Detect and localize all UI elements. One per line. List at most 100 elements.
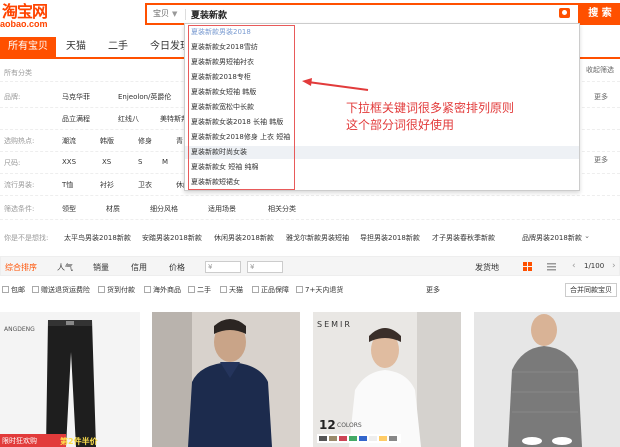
filter-option[interactable]: 潮流 — [62, 136, 76, 146]
checkbox[interactable] — [144, 286, 151, 293]
brand-logo: SEMIR — [317, 320, 352, 329]
tab-secondhand[interactable]: 二手 — [100, 37, 136, 57]
filter-option[interactable]: 青 — [176, 136, 183, 146]
price-min-input[interactable]: ¥ — [205, 261, 241, 273]
logo-domain: aobao.com — [0, 19, 48, 29]
filter-dropdown[interactable]: 领型 — [62, 204, 76, 214]
filter-option[interactable]: M — [162, 158, 168, 166]
suggestion-item[interactable]: 夏装新款时尚女装 — [185, 146, 579, 159]
suggestion-item[interactable]: 夏装新款男短袖衬衣 — [185, 56, 579, 69]
tab-all[interactable]: 所有宝贝 — [0, 37, 56, 57]
filter-dropdown[interactable]: 细分风格 — [150, 204, 178, 214]
annotation-arrow-icon — [302, 78, 369, 91]
related-link[interactable]: 导担男装2018新款 — [360, 233, 420, 243]
option-checkbox[interactable]: 货到付款 — [98, 285, 135, 295]
product-image — [152, 312, 300, 447]
option-checkbox[interactable]: 二手 — [188, 285, 211, 295]
checkbox[interactable] — [296, 286, 303, 293]
merge-same-items-button[interactable]: 合并同款宝贝 — [565, 283, 617, 297]
sort-price[interactable]: 价格 — [169, 262, 185, 273]
checkbox[interactable] — [98, 286, 105, 293]
suggestion-item[interactable]: 夏装新款男装2018 — [185, 26, 579, 39]
tab-tmall[interactable]: 天猫 — [58, 37, 94, 57]
product-card[interactable]: ANGDENG 限时狂欢购 第2件半价 — [0, 312, 140, 447]
related-searches: 你是不是想找: 太平鸟男装2018新款 安踏男装2018新款 休闲男装2018新… — [4, 232, 590, 243]
related-link[interactable]: 休闲男装2018新款 — [214, 233, 274, 243]
option-checkbox[interactable]: 海外商品 — [144, 285, 181, 295]
product-card[interactable] — [152, 312, 300, 447]
next-page-icon[interactable]: › — [612, 261, 616, 271]
sort-credit[interactable]: 信用 — [131, 262, 147, 273]
checkbox[interactable] — [188, 286, 195, 293]
option-checkbox[interactable]: 天猫 — [220, 285, 243, 295]
related-link[interactable]: 才子男装春秋季新款 — [432, 233, 495, 243]
filter-option[interactable]: 红线八 — [118, 114, 139, 124]
chevron-down-icon[interactable]: ⌄ — [584, 232, 590, 240]
filter-option[interactable]: 卫衣 — [138, 180, 152, 190]
taobao-logo[interactable]: 淘宝网 aobao.com — [0, 0, 60, 30]
checkbox[interactable] — [220, 286, 227, 293]
search-button[interactable]: 搜 索 — [580, 3, 620, 25]
suggestion-item[interactable]: 夏装新款2018专柜 — [185, 71, 579, 84]
prev-page-icon[interactable]: ‹ — [572, 261, 576, 271]
search-category-select[interactable]: 宝贝 ▼ — [153, 8, 177, 19]
all-categories[interactable]: 所有分类 — [4, 68, 32, 78]
filter-option[interactable]: 品立满程 — [62, 114, 90, 124]
suggestion-item[interactable]: 夏装新款女 短袖 纯棉 — [185, 161, 579, 174]
options-bar: 包邮 赠送退货运费险 货到付款 海外商品 二手 天猫 正品保障 7+天内退货 更… — [0, 280, 620, 300]
filter-dropdown[interactable]: 相关分类 — [268, 204, 296, 214]
product-image — [474, 312, 620, 447]
promo-text: 第2件半价 — [60, 437, 98, 446]
filter-row-conditions: 筛选条件: 领型 材质 细分风格 适用场景 相关分类 — [0, 198, 620, 220]
search-box: 宝贝 ▼ — [145, 3, 580, 25]
collapse-filter-button[interactable]: 收起筛选 — [586, 65, 614, 75]
more-button[interactable]: 更多 — [594, 155, 608, 165]
filter-option[interactable]: XS — [102, 158, 111, 166]
sort-popularity[interactable]: 人气 — [57, 262, 73, 273]
checkbox[interactable] — [252, 286, 259, 293]
chevron-down-icon: ▼ — [172, 10, 178, 18]
related-link[interactable]: 品牌男装2018新款 — [522, 233, 582, 243]
sort-default[interactable]: 综合排序 — [5, 262, 37, 273]
divider — [185, 9, 186, 20]
options-more-button[interactable]: 更多 — [426, 285, 440, 295]
option-checkbox[interactable]: 赠送退货运费险 — [32, 285, 90, 295]
filter-option[interactable]: S — [138, 158, 142, 166]
search-input[interactable] — [191, 7, 551, 22]
brand-tag: ANGDENG — [4, 326, 35, 333]
option-checkbox[interactable]: 包邮 — [2, 285, 25, 295]
filter-option[interactable]: 韩版 — [100, 136, 114, 146]
shipping-location-select[interactable]: 发货地 — [475, 262, 499, 273]
option-checkbox[interactable]: 正品保障 — [252, 285, 289, 295]
page-indicator: 1/100 — [584, 262, 605, 270]
camera-icon[interactable] — [559, 8, 570, 18]
sort-sales[interactable]: 销量 — [93, 262, 109, 273]
more-button[interactable]: 更多 — [594, 92, 608, 102]
filter-option[interactable]: 衬衫 — [100, 180, 114, 190]
filter-option[interactable]: Enjeolon/英爵伦 — [118, 92, 171, 102]
suggestion-item[interactable]: 夏装新款短裙女 — [185, 176, 579, 189]
filter-dropdown[interactable]: 材质 — [106, 204, 120, 214]
product-card[interactable]: SEMIR 12 COLORS — [313, 312, 461, 447]
checkbox[interactable] — [32, 286, 39, 293]
product-card[interactable] — [474, 312, 620, 447]
related-link[interactable]: 安踏男装2018新款 — [142, 233, 202, 243]
filter-option[interactable]: 马克华菲 — [62, 92, 90, 102]
option-checkbox[interactable]: 7+天内退货 — [296, 285, 343, 295]
checkbox[interactable] — [2, 286, 9, 293]
related-link[interactable]: 太平鸟男装2018新款 — [64, 233, 131, 243]
suggestion-item[interactable]: 夏装新款女2018雪纺 — [185, 41, 579, 54]
related-link[interactable]: 雅戈尔新款男装短袖 — [286, 233, 349, 243]
filter-option[interactable]: XXS — [62, 158, 76, 166]
color-count: 12 — [319, 418, 336, 432]
annotation-text: 下拉框关键词很多紧密排列原则 这个部分词很好使用 — [346, 101, 515, 132]
list-view-icon[interactable] — [547, 262, 556, 271]
filter-dropdown[interactable]: 适用场景 — [208, 204, 236, 214]
grid-view-icon[interactable] — [523, 262, 532, 271]
suggestion-item[interactable]: 夏装新款女短袖 韩版 — [185, 86, 579, 99]
filter-option[interactable]: 修身 — [138, 136, 152, 146]
price-max-input[interactable]: ¥ — [247, 261, 283, 273]
promo-text: 限时狂欢购 — [2, 437, 37, 445]
filter-option[interactable]: T恤 — [62, 180, 73, 190]
color-label: COLORS — [337, 422, 362, 429]
